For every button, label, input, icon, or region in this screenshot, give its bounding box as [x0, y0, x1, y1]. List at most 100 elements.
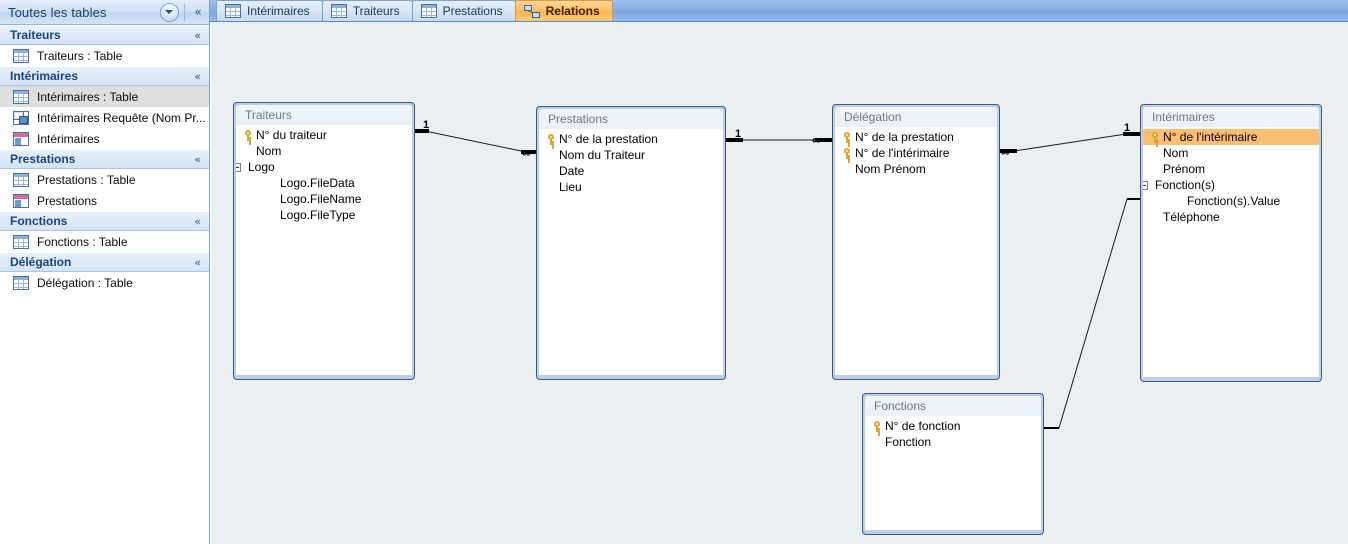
tab-traiteurs[interactable]: Traiteurs [321, 0, 413, 21]
field-row-n-du-traiteur[interactable]: N° du traiteur [236, 127, 412, 143]
sidebar-item-label: Intérimaires : Table [37, 89, 139, 104]
sidebar-item-label: Fonctions : Table [37, 234, 128, 249]
chevron-up-icon[interactable]: « [194, 216, 201, 227]
nav-group-title: Délégation [10, 255, 72, 269]
field-row-n-de-l-interimaire[interactable]: N° de l'intérimaire [835, 145, 997, 161]
field-row-nom-du-traiteur[interactable]: Nom du Traiteur [539, 147, 723, 163]
table-box-fonctions[interactable]: Fonctions N° de fonction Fonction [862, 393, 1044, 535]
sidebar-item-traiteurs-table[interactable]: Traiteurs : Table [0, 45, 209, 66]
field-name: N° de l'intérimaire [855, 146, 950, 160]
field-row-date[interactable]: Date [539, 163, 723, 179]
form-icon [13, 193, 29, 208]
field-row-prenom[interactable]: Prénom [1143, 161, 1319, 177]
field-name: Fonction(s).Value [1187, 194, 1281, 208]
chevron-up-icon[interactable]: « [194, 30, 201, 41]
field-row-nom[interactable]: Nom [1143, 145, 1319, 161]
document-tab-bar[interactable]: Intérimaires Traiteurs Prestations Relation… [210, 0, 1348, 22]
tab-label: Intérimaires [247, 4, 310, 18]
table-box-title[interactable]: Prestations [539, 109, 723, 129]
access-window: Toutes les tables « Traiteurs « Traiteurs … [0, 0, 1348, 544]
field-row-lieu[interactable]: Lieu [539, 179, 723, 195]
field-row-logo-filedata[interactable]: Logo.FileData [236, 175, 412, 191]
field-row-n-de-la-prestation[interactable]: N° de la prestation [539, 131, 723, 147]
chevron-up-icon[interactable]: « [194, 71, 201, 82]
field-row-logo-filetype[interactable]: Logo.FileType [236, 207, 412, 223]
chevron-up-icon[interactable]: « [194, 257, 201, 268]
field-name: Téléphone [1163, 210, 1220, 224]
sidebar-item-interimaires[interactable]: Intérimaires [0, 128, 209, 149]
primary-key-icon [842, 131, 853, 143]
header-divider [184, 3, 185, 21]
sidebar-item-label: Traiteurs : Table [37, 48, 123, 63]
tab-label: Relations [545, 4, 600, 18]
table-box-title[interactable]: Fonctions [865, 396, 1041, 416]
relations-canvas[interactable]: Traiteurs N° du traiteur Nom Logo Logo.FileD… [211, 22, 1348, 544]
table-icon [13, 234, 29, 249]
tab-interimaires[interactable]: Intérimaires [216, 0, 323, 21]
field-row-n-de-l-interimaire[interactable]: N° de l'intérimaire [1143, 129, 1319, 145]
cardinality-to-prestations-delegation: ∞ [812, 133, 821, 147]
field-name: N° de la prestation [559, 132, 658, 146]
field-name: Fonction [885, 435, 932, 449]
relationship-line-delegation-interimaires[interactable] [1000, 133, 1140, 152]
collapse-minus-icon[interactable] [236, 162, 241, 172]
field-name: Prénom [1163, 162, 1206, 176]
primary-key-icon [546, 133, 557, 145]
table-icon [420, 4, 437, 18]
table-box-interimaires[interactable]: Intérimaires N° de l'intérimaire Nom Prénom… [1140, 104, 1322, 382]
table-box-traiteurs[interactable]: Traiteurs N° du traiteur Nom Logo Logo.FileD… [233, 102, 415, 380]
field-row-fonction-s-value[interactable]: Fonction(s).Value [1143, 193, 1319, 209]
sidebar-item-label: Intérimaires Requête (Nom Pr... [37, 110, 206, 125]
field-gutter-empty [543, 180, 559, 194]
navigation-pane-dropdown-button[interactable] [158, 2, 180, 23]
navigation-pane-collapse-button[interactable]: « [187, 2, 209, 23]
relationship-line-traiteurs-prestations[interactable] [415, 130, 536, 153]
field-gutter-expander [1143, 178, 1155, 192]
sidebar-item-prestations-table[interactable]: Prestations : Table [0, 169, 209, 190]
field-row-n-de-la-prestation[interactable]: N° de la prestation [835, 129, 997, 145]
field-row-nom-prenom[interactable]: Nom Prénom [835, 161, 997, 177]
field-name: Nom du Traiteur [559, 148, 646, 162]
field-gutter-key [1147, 130, 1163, 144]
table-box-delegation[interactable]: Délégation N° de la prestation N° de l'int… [832, 104, 1000, 380]
sidebar-item-delegation-table[interactable]: Délégation : Table [0, 272, 209, 293]
collapse-minus-icon[interactable] [1143, 180, 1148, 190]
navigation-pane-list[interactable]: Traiteurs « Traiteurs : Table Intérimaires «… [0, 25, 209, 544]
chevron-down-circle-icon [159, 2, 179, 22]
nav-group-header-prestations[interactable]: Prestations « [0, 149, 209, 169]
field-row-logo[interactable]: Logo [236, 159, 412, 175]
sidebar-item-interimaires-requete-nom-pr[interactable]: Intérimaires Requête (Nom Pr... [0, 107, 209, 128]
field-gutter-key [240, 128, 256, 142]
table-box-title[interactable]: Traiteurs [236, 105, 412, 125]
nav-group-header-traiteurs[interactable]: Traiteurs « [0, 25, 209, 45]
sidebar-item-fonctions-table[interactable]: Fonctions : Table [0, 231, 209, 252]
field-row-fonction-s[interactable]: Fonction(s) [1143, 177, 1319, 193]
relationship-line-fonctions-interimaires[interactable] [1044, 198, 1140, 429]
field-gutter-empty [240, 208, 256, 222]
nav-group-header-interimaires[interactable]: Intérimaires « [0, 66, 209, 86]
field-name: Nom [256, 144, 282, 158]
field-row-n-de-fonction[interactable]: N° de fonction [865, 418, 1041, 434]
nav-group-header-fonctions[interactable]: Fonctions « [0, 211, 209, 231]
form-icon [13, 131, 29, 146]
nav-group-header-delegation[interactable]: Délégation « [0, 252, 209, 272]
field-row-telephone[interactable]: Téléphone [1143, 209, 1319, 225]
field-row-logo-filename[interactable]: Logo.FileName [236, 191, 412, 207]
navigation-pane-title: Toutes les tables [8, 4, 107, 20]
field-gutter-key [869, 419, 885, 433]
table-icon [13, 48, 29, 63]
field-name: Logo [248, 160, 275, 174]
table-icon [13, 275, 29, 290]
table-box-prestations[interactable]: Prestations N° de la prestation Nom du Tra… [536, 106, 726, 380]
table-box-title[interactable]: Intérimaires [1143, 107, 1319, 127]
tab-prestations[interactable]: Prestations [411, 0, 516, 21]
field-row-fonction[interactable]: Fonction [865, 434, 1041, 450]
sidebar-item-interimaires-table[interactable]: Intérimaires : Table [0, 86, 209, 107]
table-box-title[interactable]: Délégation [835, 107, 997, 127]
chevron-up-icon[interactable]: « [194, 154, 201, 165]
tab-relations[interactable]: Relations [514, 0, 613, 21]
nav-group-title: Prestations [10, 152, 76, 166]
sidebar-item-prestations[interactable]: Prestations [0, 190, 209, 211]
primary-key-icon [243, 129, 254, 141]
field-row-nom[interactable]: Nom [236, 143, 412, 159]
